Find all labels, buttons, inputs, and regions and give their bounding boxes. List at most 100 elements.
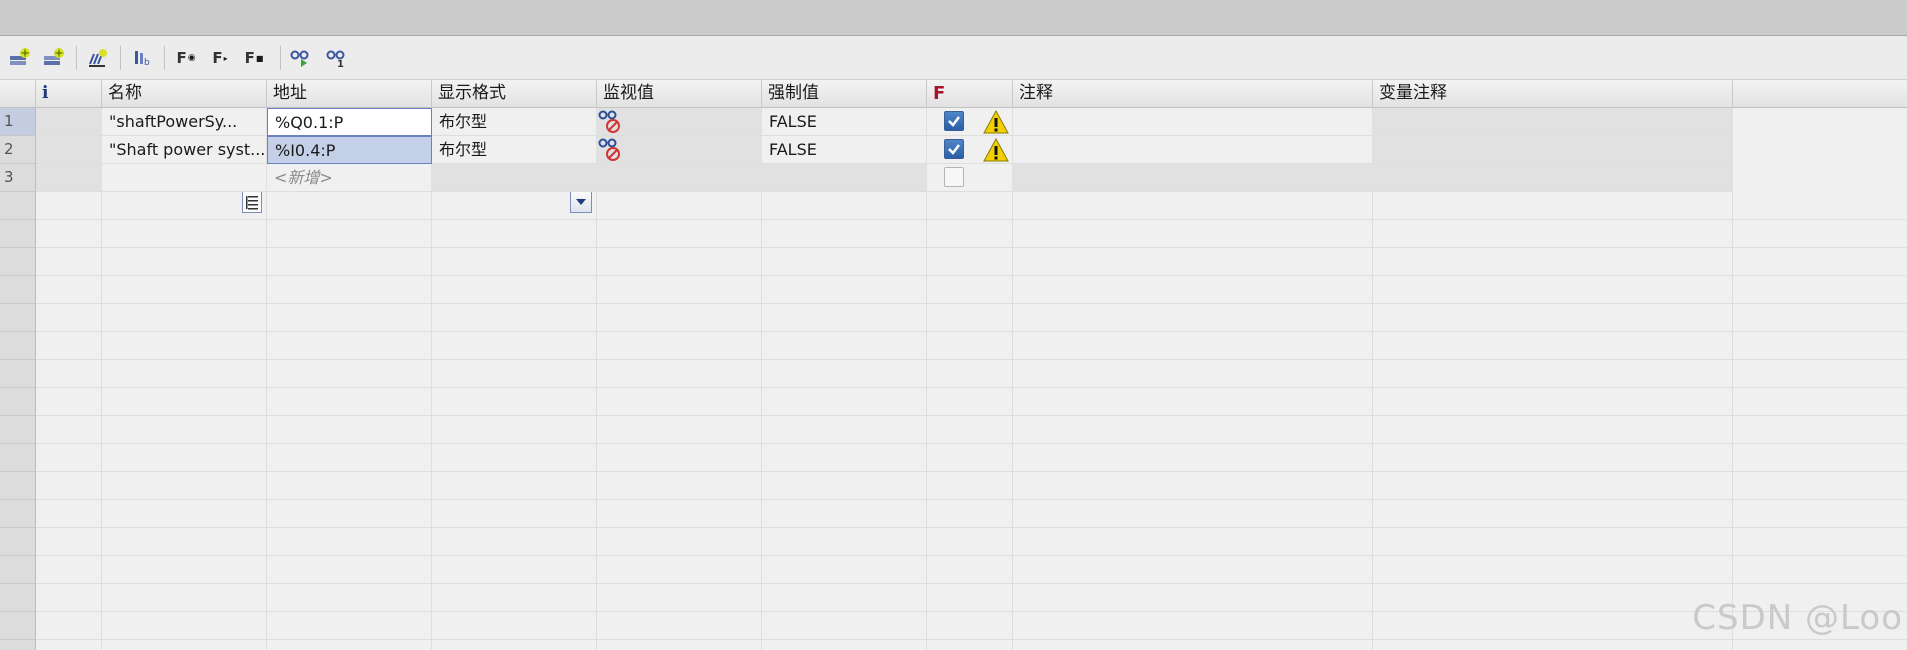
cell-display-format[interactable]: 布尔型 [432,136,597,164]
header-tag-comment[interactable]: 变量注释 [1373,80,1733,108]
cell-info [36,164,102,192]
empty-row-number [0,472,36,500]
watch-table: i 名称 地址 显示格式 监视值 强制值 F 注释 变量注释 1 "shaftP… [0,80,1907,650]
header-info[interactable]: i [36,80,102,108]
insert-row-icon[interactable] [40,44,68,72]
row-number[interactable]: 3 [0,164,36,192]
cell-name[interactable]: "Shaft power syst... [102,136,267,164]
monitor-off-icon [598,110,620,133]
cell-address-new[interactable]: <新增> [267,164,432,192]
row-gridline [36,471,1907,472]
chevron-down-icon[interactable] [570,191,592,213]
force-checkbox[interactable] [944,139,964,159]
force-checkbox[interactable] [944,111,964,131]
svg-text:b: b [144,58,150,68]
row-gridline [36,387,1907,388]
row-gridline [36,331,1907,332]
row-gridline [36,359,1907,360]
header-force-value[interactable]: 强制值 [762,80,927,108]
empty-row-number [0,612,36,640]
header-force-flag[interactable]: F [927,80,1013,108]
monitor-off-icon [598,138,620,161]
empty-row-number [0,500,36,528]
empty-row-number [0,360,36,388]
cell-force-flag [927,164,1013,192]
column-gridline [431,192,432,650]
cell-force-value [762,164,927,192]
header-comment[interactable]: 注释 [1013,80,1373,108]
force-checkbox[interactable] [944,167,964,187]
cell-tag-comment [1373,136,1733,164]
empty-row-number [0,444,36,472]
column-gridline [926,192,927,650]
cell-comment[interactable] [1013,136,1373,164]
column-gridline [596,192,597,650]
toolbar: b F ◉ F ▸ F ■ 1 [0,36,1907,80]
force-icon[interactable]: F ◉ [172,44,200,72]
display-format-icon[interactable]: b [128,44,156,72]
cell-force-value[interactable]: FALSE [762,108,927,136]
header-corner [0,80,36,108]
warning-icon [983,110,1009,134]
cell-info [36,136,102,164]
cell-tag-comment [1373,108,1733,136]
row-gridline [36,527,1907,528]
list-icon[interactable] [242,191,262,213]
cell-info [36,108,102,136]
cell-comment [1013,164,1373,192]
column-gridline [1012,192,1013,650]
empty-row-number [0,388,36,416]
cell-force-value[interactable]: FALSE [762,136,927,164]
empty-row-number [0,304,36,332]
cell-force-flag [927,136,1013,164]
cell-display-format[interactable]: 布尔型 [432,108,597,136]
monitor-once-icon[interactable]: 1 [322,44,350,72]
row-gridline [36,583,1907,584]
row-gridline [36,303,1907,304]
cell-display-format [432,164,597,192]
row-gridline [36,247,1907,248]
cell-monitor-value [597,136,762,164]
empty-row-number [0,528,36,556]
cell-monitor-value [597,108,762,136]
row-number[interactable]: 2 [0,136,36,164]
row-gridline [36,275,1907,276]
header-display-format[interactable]: 显示格式 [432,80,597,108]
add-row-icon[interactable] [6,44,34,72]
header-address[interactable]: 地址 [267,80,432,108]
empty-row-number [0,640,36,650]
update-icon[interactable] [84,44,112,72]
empty-row-number [0,332,36,360]
monitor-icon[interactable] [286,44,314,72]
cell-name[interactable] [102,164,267,192]
watermark: CSDN @Loo [1692,598,1903,638]
warning-icon [983,138,1009,162]
cell-tag-comment [1373,164,1733,192]
column-gridline [1732,192,1733,650]
cell-name[interactable]: "shaftPowerSy... [102,108,267,136]
header-name[interactable]: 名称 [102,80,267,108]
row-gridline [36,639,1907,640]
force-stop-icon[interactable]: F ▸ [206,44,234,72]
empty-row-number [0,248,36,276]
cell-monitor-value [597,164,762,192]
empty-row-number [0,192,36,220]
empty-row-number [0,416,36,444]
row-gridline [36,415,1907,416]
cell-force-flag [927,108,1013,136]
cell-comment[interactable] [1013,108,1373,136]
empty-row-number [0,556,36,584]
empty-row-number [0,276,36,304]
row-gridline [36,219,1907,220]
empty-row-number [0,220,36,248]
title-bar [0,0,1907,36]
row-gridline [36,555,1907,556]
cell-address-edit[interactable]: %Q0.1:P [267,108,432,136]
force-stop-all-icon[interactable]: F ■ [240,44,268,72]
row-gridline [36,443,1907,444]
cell-address-selected[interactable]: %I0.4:P [267,136,432,164]
column-gridline [266,192,267,650]
empty-row-number [0,584,36,612]
header-monitor-value[interactable]: 监视值 [597,80,762,108]
row-number[interactable]: 1 [0,108,36,136]
